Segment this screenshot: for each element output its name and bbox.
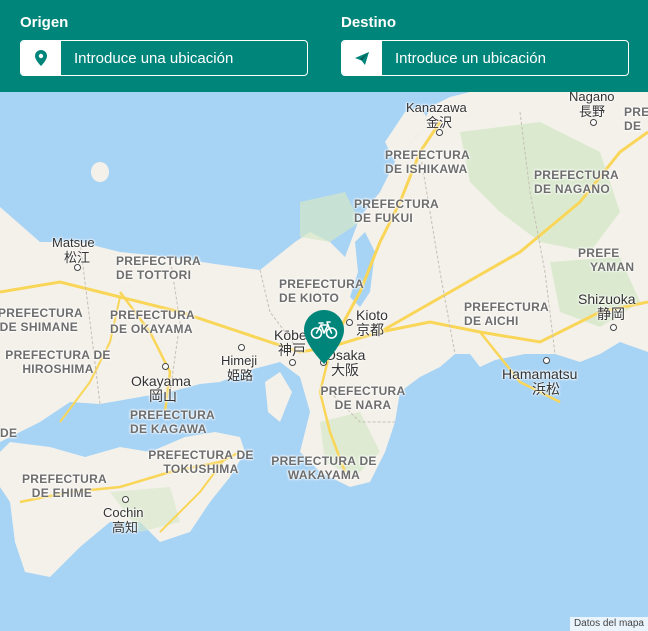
prefecture-label: PREFECTURA DE HIROSHIMA bbox=[5, 348, 111, 376]
prefecture-label: PREFECTURA DE OKAYAMA bbox=[110, 308, 195, 336]
city-label-himeji: Himeji 姫路 bbox=[221, 353, 258, 383]
prefecture-label: PREFECTURA DE KIOTO bbox=[279, 277, 364, 305]
prefecture-label: PREFECTURA DE FUKUI bbox=[354, 197, 439, 225]
map-pin-icon bbox=[21, 41, 61, 75]
search-header: Origen Destino bbox=[0, 0, 648, 92]
city-marker bbox=[122, 496, 129, 503]
city-label-kobe: Kōbe 神戸 bbox=[274, 327, 307, 358]
prefecture-label: PREFECTURA DE TOTTORI bbox=[116, 254, 201, 282]
city-label-okayama: Okayama 岡山 bbox=[131, 373, 191, 404]
destination-input[interactable] bbox=[382, 41, 628, 75]
city-label-kochi: Cochin 高知 bbox=[103, 505, 144, 535]
city-marker bbox=[74, 264, 81, 271]
prefecture-label: PREFECTURA DE AICHI bbox=[464, 300, 549, 328]
city-marker bbox=[238, 344, 245, 351]
prefecture-label: PREFECTURA DE NARA bbox=[320, 384, 406, 412]
city-label-hamamatsu: Hamamatsu 浜松 bbox=[502, 366, 578, 397]
city-marker bbox=[346, 319, 353, 326]
city-label-kanazawa: Kanazawa 金沢 bbox=[406, 100, 467, 130]
city-marker bbox=[590, 119, 597, 126]
city-marker bbox=[162, 363, 169, 370]
paper-plane-icon bbox=[342, 41, 382, 75]
bike-location-marker[interactable] bbox=[304, 310, 344, 364]
origin-input[interactable] bbox=[61, 41, 307, 75]
origin-field[interactable] bbox=[20, 40, 308, 76]
map-view[interactable]: PREFECTURA DE ISHIKAWA PREFECTURA DE NAG… bbox=[0, 92, 648, 631]
prefecture-label: PREFECTURA DE EHIME bbox=[22, 472, 108, 500]
destination-field[interactable] bbox=[341, 40, 629, 76]
prefecture-label: PREFECTURA DE KAGAWA bbox=[130, 408, 215, 436]
city-label-shizuoka: Shizuoka 静岡 bbox=[578, 291, 636, 322]
city-label-kyoto: Kioto 京都 bbox=[356, 307, 388, 338]
city-marker bbox=[543, 357, 550, 364]
prefecture-label: PREFECTURA DE SHIMANE bbox=[0, 306, 84, 334]
prefecture-edge-label: DE bbox=[0, 426, 18, 440]
city-marker bbox=[610, 324, 617, 331]
city-marker bbox=[289, 359, 296, 366]
prefecture-edge-label: PRE DE bbox=[624, 105, 648, 133]
prefecture-label: PREFECTURA DE WAKAYAMA bbox=[271, 454, 377, 482]
city-label-nagano: Nagano 長野 bbox=[569, 92, 615, 119]
city-label-matsue: Matsue 松江 bbox=[52, 235, 95, 265]
prefecture-label: PREFECTURA DE ISHIKAWA bbox=[385, 148, 470, 176]
prefecture-label: PREFECTURA DE NAGANO bbox=[534, 168, 619, 196]
destination-label: Destino bbox=[341, 14, 397, 31]
map-attribution[interactable]: Datos del mapa bbox=[569, 617, 648, 631]
origin-label: Origen bbox=[20, 14, 69, 31]
prefecture-label: PREFECTURA DE TOKUSHIMA bbox=[148, 448, 254, 476]
city-marker bbox=[436, 129, 443, 136]
prefecture-edge-label: PREFE YAMAN bbox=[578, 246, 635, 274]
